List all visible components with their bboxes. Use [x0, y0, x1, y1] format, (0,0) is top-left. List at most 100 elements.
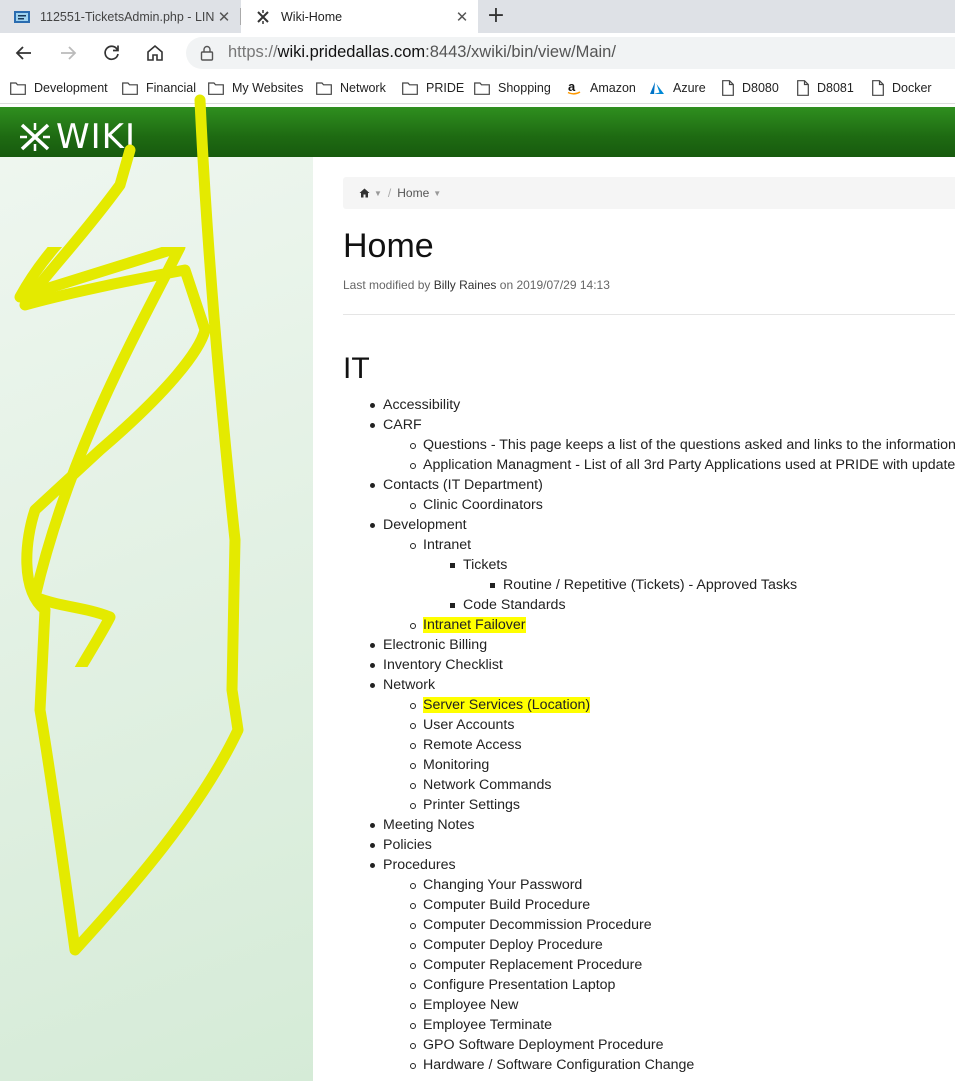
tree-link[interactable]: Routine / Repetitive (Tickets) - Approve…	[503, 577, 797, 593]
close-icon[interactable]: ✕	[452, 8, 472, 26]
tree-link[interactable]: Tickets	[463, 557, 507, 573]
url-host: wiki.pridedallas.com	[277, 43, 426, 61]
tree-link[interactable]: Server Services (Location)	[423, 697, 591, 713]
bullet	[410, 983, 416, 989]
bullet	[370, 643, 375, 648]
bullet	[410, 1003, 416, 1009]
tree-link[interactable]: GPO Software Deployment Procedure	[423, 1037, 664, 1053]
bookmark-d8080[interactable]: D8080	[722, 79, 779, 97]
tree-link[interactable]: Clinic Coordinators	[423, 497, 543, 513]
tab-wiki-home[interactable]: Wiki-Home ✕	[241, 0, 478, 33]
tree-item: Tickets	[343, 555, 955, 575]
close-icon[interactable]: ✕	[214, 8, 234, 26]
bullet	[410, 1063, 416, 1069]
tree-link[interactable]: Hardware / Software Configuration Change	[423, 1057, 694, 1073]
svg-text:a: a	[568, 80, 576, 94]
tree-link[interactable]: User Accounts	[423, 717, 514, 733]
bullet	[410, 703, 416, 709]
bullet	[410, 923, 416, 929]
tab-title: Wiki-Home	[281, 9, 343, 24]
tree-link[interactable]: Configure Presentation Laptop	[423, 977, 615, 993]
page-icon	[722, 80, 734, 96]
bookmark-label: Shopping	[498, 81, 551, 95]
bookmark-pride[interactable]: PRIDE	[402, 79, 464, 97]
reload-icon[interactable]	[98, 39, 126, 67]
tree-link[interactable]: Monitoring	[423, 757, 489, 773]
tree-link[interactable]: CARF	[383, 417, 422, 433]
back-icon[interactable]	[10, 39, 38, 67]
bookmark-d8081[interactable]: D8081	[797, 79, 854, 97]
folder-icon	[316, 81, 332, 95]
tree-item: Accessibility	[343, 395, 955, 415]
tree-link[interactable]: Employee Terminate	[423, 1017, 552, 1033]
bullet	[410, 943, 416, 949]
tree-link[interactable]: Changing Your Password	[423, 877, 582, 893]
breadcrumb-current[interactable]: Home	[397, 186, 429, 200]
lock-icon	[200, 45, 214, 61]
forward-icon[interactable]	[54, 39, 82, 67]
bookmark-label: D8081	[817, 81, 854, 95]
tree-item: Network Commands	[343, 775, 955, 795]
tree-link[interactable]: Procedures	[383, 857, 456, 873]
tree-item: Computer Deploy Procedure	[343, 935, 955, 955]
bookmark-network[interactable]: Network	[316, 79, 386, 97]
folder-icon	[402, 81, 418, 95]
tree-link[interactable]: Contacts (IT Department)	[383, 477, 543, 493]
tree-item: Configure Presentation Laptop	[343, 975, 955, 995]
new-tab-icon[interactable]: +	[484, 4, 508, 28]
azure-icon	[650, 82, 664, 94]
address-bar[interactable]: https://wiki.pridedallas.com:8443/xwiki/…	[186, 37, 955, 69]
tree-link[interactable]: Development	[383, 517, 467, 533]
bookmark-shopping[interactable]: Shopping	[474, 79, 551, 97]
tree-link[interactable]: Code Standards	[463, 597, 566, 613]
bullet	[410, 963, 416, 969]
tree-link[interactable]: Accessibility	[383, 397, 460, 413]
tree-link[interactable]: Remote Access	[423, 737, 522, 753]
tree-link[interactable]: Intranet	[423, 537, 471, 553]
bookmark-azure[interactable]: Azure	[649, 79, 706, 97]
tree-link[interactable]: Network Commands	[423, 777, 552, 793]
chevron-down-icon[interactable]: ▼	[433, 189, 441, 198]
tree-link[interactable]: Meeting Notes	[383, 817, 474, 833]
bullet	[370, 823, 375, 828]
tree-item: Remote Access	[343, 735, 955, 755]
bookmark-label: Amazon	[590, 81, 636, 95]
url-scheme: https://	[228, 43, 278, 61]
tree-link[interactable]: Questions	[423, 437, 487, 453]
tree-link[interactable]: Inventory Checklist	[383, 657, 503, 673]
tree-item: Intranet Failover	[343, 615, 955, 635]
tree-link[interactable]: Application Managment	[423, 457, 571, 473]
tree-link[interactable]: Network	[383, 677, 435, 693]
tree-item: Computer Replacement Procedure	[343, 955, 955, 975]
bullet	[370, 523, 375, 528]
tree-link[interactable]: Computer Replacement Procedure	[423, 957, 642, 973]
tree-item: Application Managment - List of all 3rd …	[343, 455, 955, 475]
home-icon[interactable]	[141, 39, 169, 67]
home-icon[interactable]	[359, 188, 370, 198]
bullet	[490, 583, 495, 588]
tree-item: Employee Terminate	[343, 1015, 955, 1035]
author-link[interactable]: Billy Raines	[434, 278, 497, 292]
tree-link[interactable]: Computer Decommission Procedure	[423, 917, 652, 933]
tree-link[interactable]: Policies	[383, 837, 432, 853]
tree-link[interactable]: Computer Build Procedure	[423, 897, 590, 913]
tree-link[interactable]: Intranet Failover	[423, 617, 526, 633]
tree-link[interactable]: Computer Deploy Procedure	[423, 937, 603, 953]
bullet	[410, 623, 416, 629]
chevron-down-icon[interactable]: ▼	[374, 189, 382, 198]
tree-link[interactable]: Printer Settings	[423, 797, 520, 813]
page-tree: Accessibility CARF Questions - This page k…	[343, 395, 955, 1075]
bullet	[410, 463, 416, 469]
meta-date: on 2019/07/29 14:13	[499, 278, 610, 292]
bookmark-label: Network	[340, 81, 386, 95]
url-text[interactable]: https://wiki.pridedallas.com:8443/xwiki/…	[228, 43, 616, 62]
tree-link[interactable]: Electronic Billing	[383, 637, 487, 653]
tab-tickets-admin[interactable]: 112551-TicketsAdmin.php - LINE ✕	[0, 0, 240, 33]
bullet	[370, 483, 375, 488]
bullet	[370, 863, 375, 868]
breadcrumb-separator: /	[387, 186, 392, 200]
bookmark-amazon[interactable]: a Amazon	[566, 79, 636, 97]
tree-link[interactable]: Employee New	[423, 997, 518, 1013]
bookmark-docker[interactable]: Docker	[872, 79, 932, 97]
tree-item: Electronic Billing	[343, 635, 955, 655]
